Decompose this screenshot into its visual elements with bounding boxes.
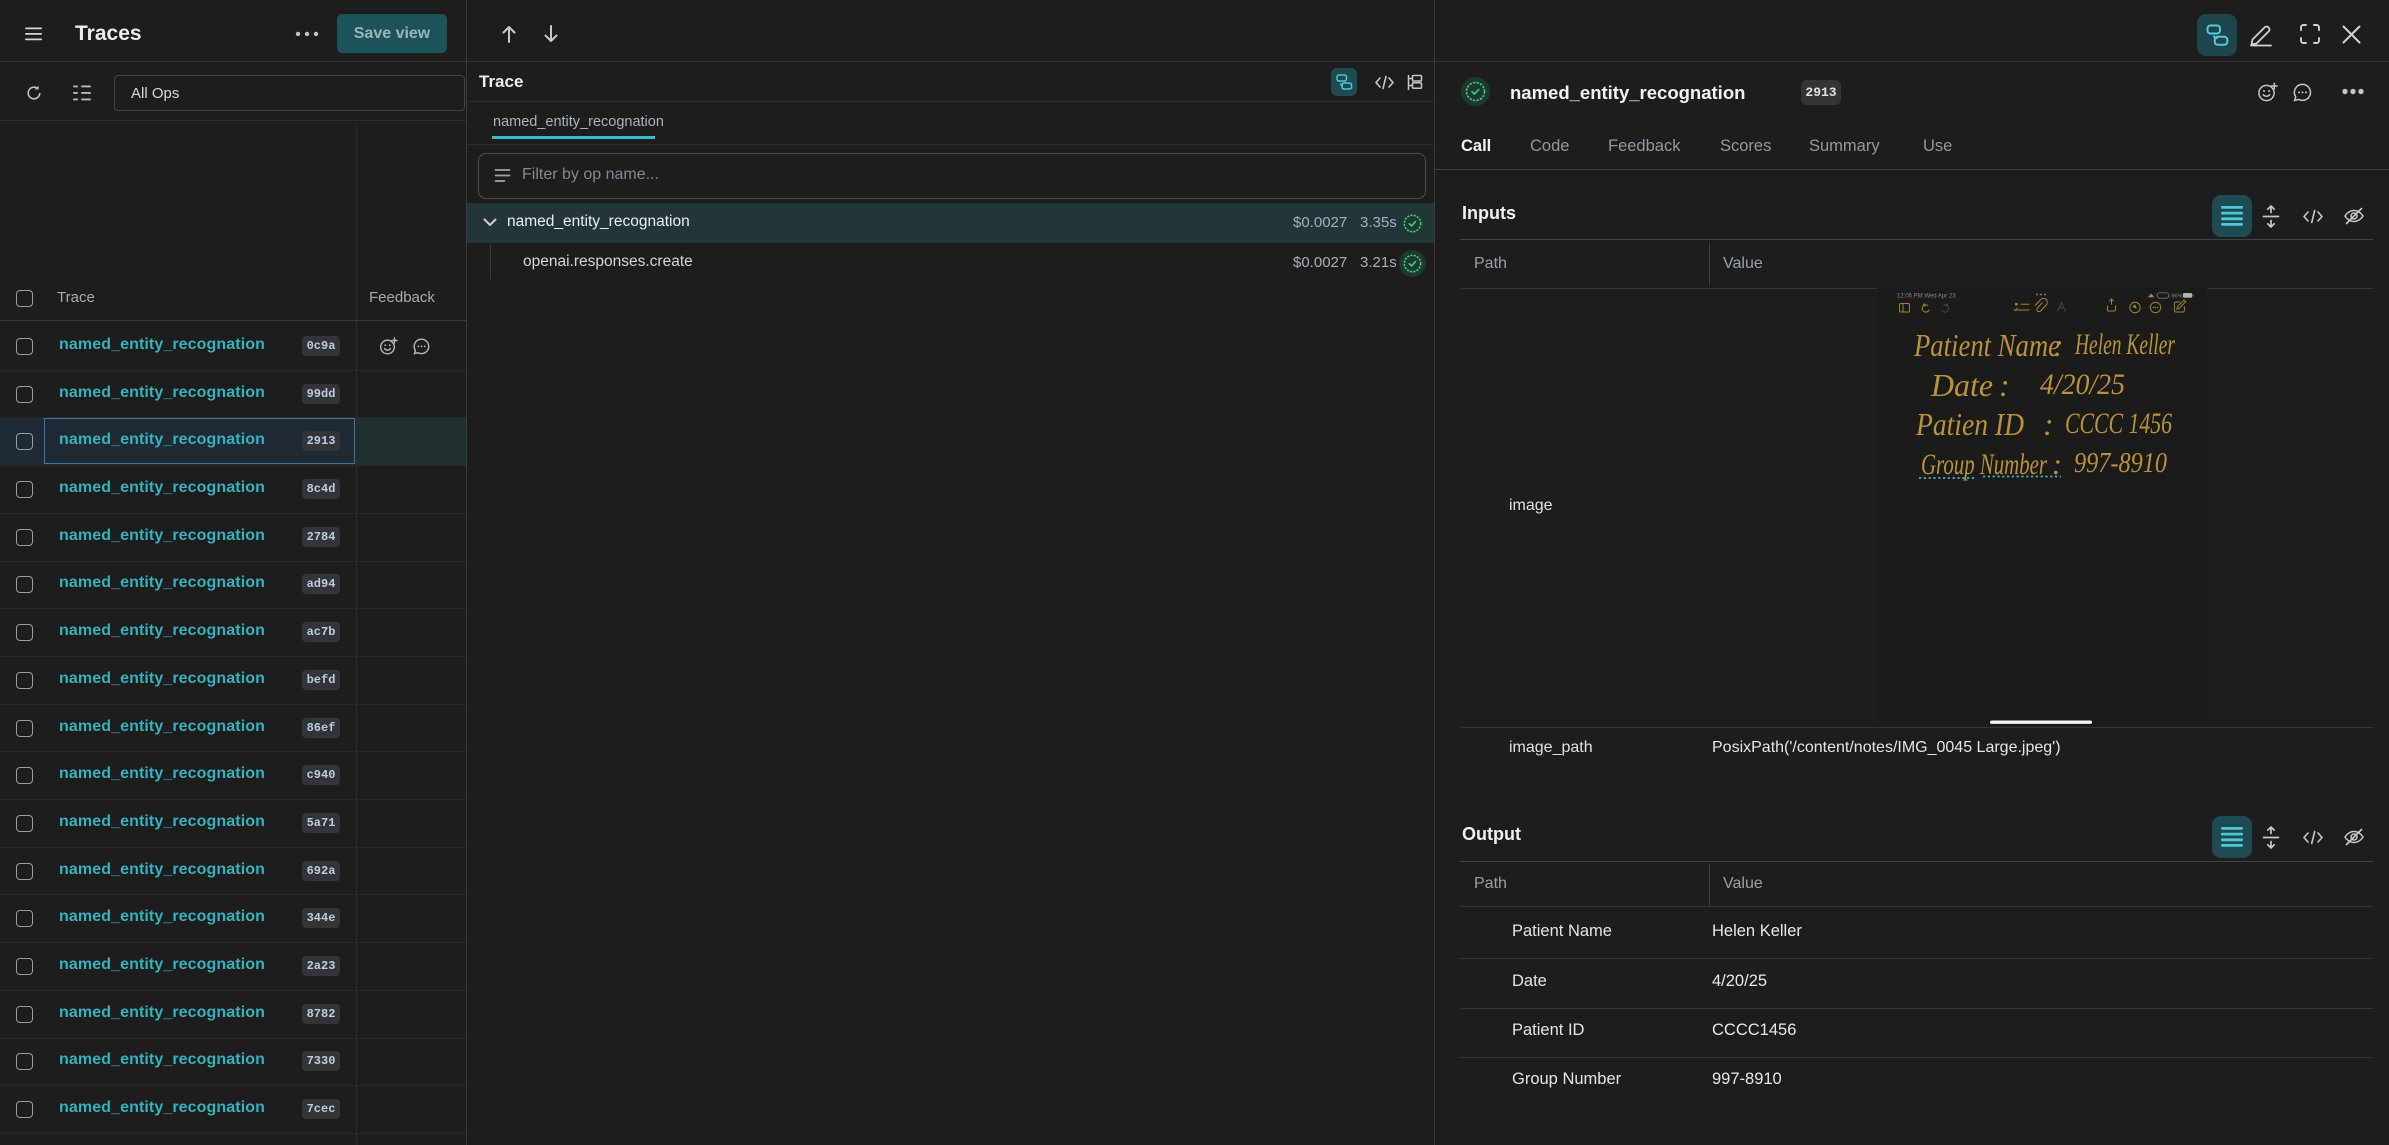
svg-text:Patien ID: Patien ID [1915,406,2024,442]
svg-text::: : [1999,367,2010,403]
svg-text:Date: Date [1930,367,1993,403]
svg-text:12:05 PM Wed Apr 23: 12:05 PM Wed Apr 23 [1897,294,1956,300]
svg-text::: : [2043,406,2054,442]
svg-text:Helen Keller: Helen Keller [2074,328,2175,361]
svg-text:Patient Name: Patient Name [1913,327,2060,363]
svg-text:CCCC 1456: CCCC 1456 [2065,407,2172,440]
svg-text::: : [2053,327,2064,363]
svg-text:4/20/25: 4/20/25 [2040,368,2125,401]
svg-text:997-8910: 997-8910 [2074,447,2167,479]
svg-text:66%: 66% [2172,293,2183,299]
